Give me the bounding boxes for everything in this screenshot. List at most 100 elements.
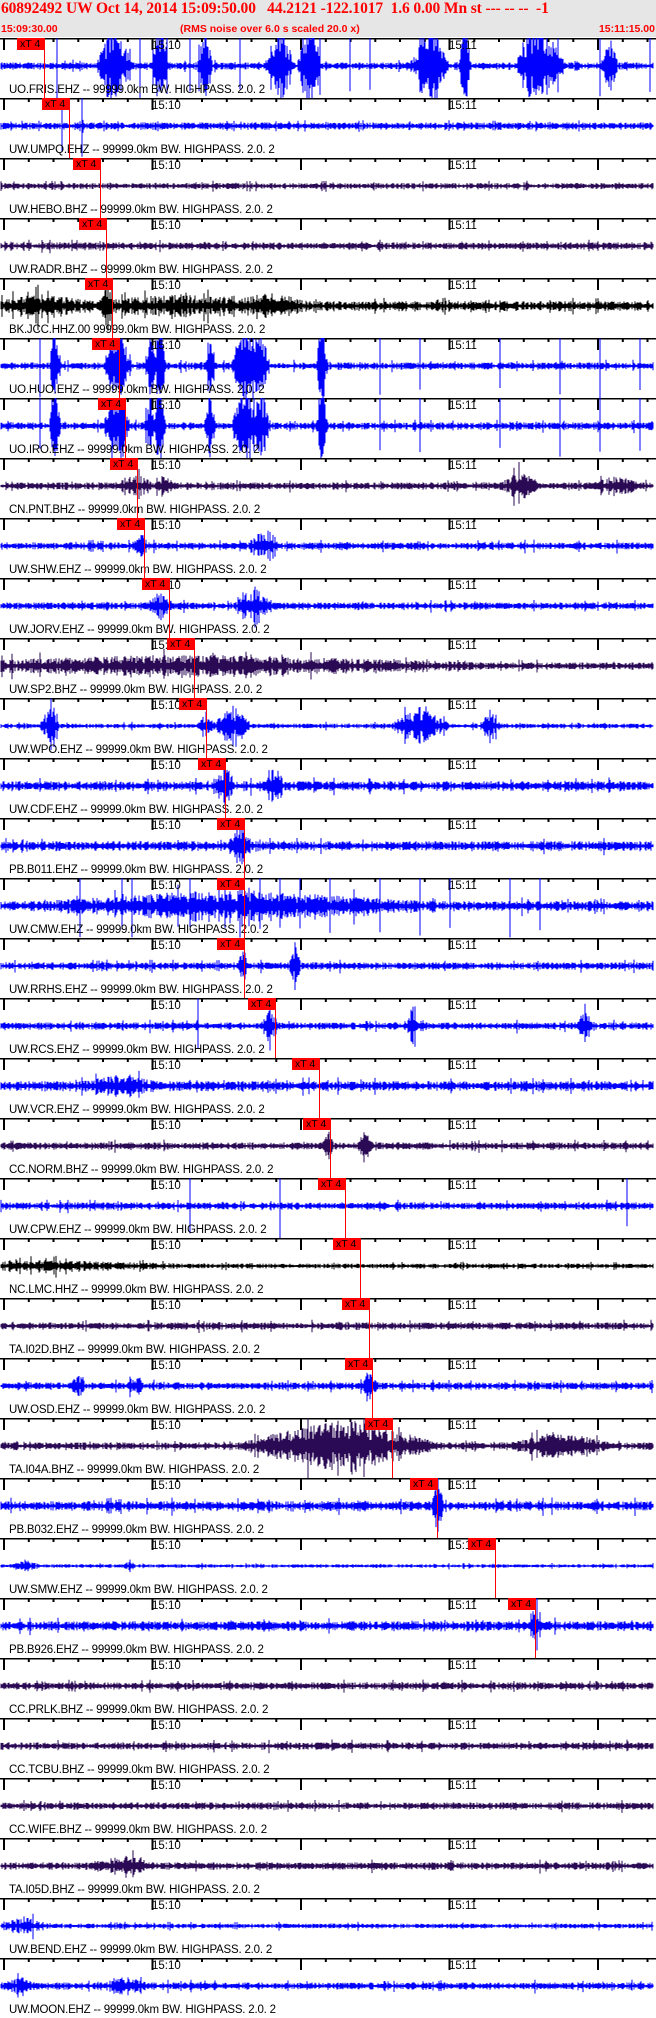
time-tick-label: 15:10 xyxy=(152,160,181,172)
pick-marker[interactable]: xT 4 xyxy=(117,518,145,530)
pick-marker[interactable]: xT 4 xyxy=(468,1538,496,1550)
waveform-trace xyxy=(0,1973,654,1998)
trace-label: UW.HEBO.BHZ -- 99999.0km BW. HIGHPASS. 2… xyxy=(9,204,273,216)
pick-marker[interactable]: xT 4 xyxy=(217,818,245,830)
trace-panel: 15:10 15:11 PB.B011.EHZ -- 99999.0km BW. H… xyxy=(0,818,656,878)
time-tick-label: 15:11 xyxy=(449,1000,477,1012)
trace-panel: 15:10 15:11 UW.VCR.EHZ -- 99999.0km BW. HI… xyxy=(0,1058,656,1118)
pick-marker[interactable]: xT 4 xyxy=(217,878,245,890)
pick-marker[interactable]: xT 4 xyxy=(42,98,70,110)
pick-marker[interactable]: xT 4 xyxy=(318,1178,346,1190)
trace-label: BK.JCC.HHZ.00 99999.0km BW. HIGHPASS. 2.… xyxy=(9,324,266,336)
waveform-trace xyxy=(0,698,654,751)
time-tick-label: 15:10 xyxy=(152,280,181,292)
time-tick-label: 15:11 xyxy=(449,700,477,712)
time-tick-label: 15:11 xyxy=(449,580,477,592)
trace-label: PB.B926.EHZ -- 99999.0km BW. HIGHPASS. 2… xyxy=(9,1644,264,1656)
time-tick-label: 15:11 xyxy=(449,1900,477,1912)
time-tick-label: 15:10 xyxy=(152,460,181,472)
pick-marker[interactable]: xT 4 xyxy=(342,1298,370,1310)
pick-marker[interactable]: xT 4 xyxy=(410,1478,438,1490)
time-tick-label: 15:11 xyxy=(449,1840,477,1852)
pick-marker[interactable]: xT 4 xyxy=(345,1358,373,1370)
time-axis xyxy=(0,1838,656,1850)
time-tick-label: 15:10 xyxy=(152,1660,181,1672)
trace-panel: 15:10 15:11 UW.RADR.BHZ -- 99999.0km BW. H… xyxy=(0,218,656,278)
pick-marker[interactable]: xT 4 xyxy=(98,398,126,410)
pick-marker[interactable]: xT 4 xyxy=(365,1418,393,1430)
waveform-trace xyxy=(0,180,654,192)
waveform-trace xyxy=(0,942,654,990)
time-tick-label: 15:11 xyxy=(449,1180,477,1192)
time-tick-label: 15:10 xyxy=(152,40,181,52)
time-axis xyxy=(0,1958,656,1970)
waveform-trace xyxy=(0,761,654,805)
waveform-trace xyxy=(0,1559,654,1573)
trace-panel: 15:10 15:11 NC.LMC.HHZ -- 99999.0km BW. HI… xyxy=(0,1238,656,1298)
pick-marker[interactable]: xT 4 xyxy=(85,278,113,290)
time-axis xyxy=(0,1238,656,1250)
trace-panel: 15:10 15:11 UW.SMW.EHZ -- 99999.0km BW. HI… xyxy=(0,1538,656,1598)
trace-panel: 15:10 15:11 UW.CDF.EHZ -- 99999.0km BW. HI… xyxy=(0,758,656,818)
time-tick-label: 15:10 xyxy=(152,1900,181,1912)
pick-marker[interactable]: xT 4 xyxy=(142,578,170,590)
time-axis xyxy=(0,1538,656,1550)
trace-panel: 15:10 15:11 TA.I05D.BHZ -- 99999.0km BW. H… xyxy=(0,1838,656,1898)
waveform-trace xyxy=(0,530,654,561)
pick-marker[interactable]: xT 4 xyxy=(217,938,245,950)
time-axis xyxy=(0,1058,656,1070)
event-title: 60892492 UW Oct 14, 2014 15:09:50.00 44.… xyxy=(1,0,549,17)
time-tick-label: 15:11 xyxy=(449,40,477,52)
waveform-trace xyxy=(0,1679,654,1693)
trace-label: CC.PRLK.BHZ -- 99999.0km BW. HIGHPASS. 2… xyxy=(9,1704,269,1716)
pick-marker[interactable]: xT 4 xyxy=(167,638,195,650)
trace-label: UW.SMW.EHZ -- 99999.0km BW. HIGHPASS. 2.… xyxy=(9,1584,268,1596)
time-axis xyxy=(0,1718,656,1730)
waveform-trace xyxy=(0,1131,654,1163)
time-tick-label: 15:10 xyxy=(152,1600,181,1612)
time-tick-label: 15:11 xyxy=(449,220,477,232)
time-tick-label: 15:11 xyxy=(449,820,477,832)
pick-marker[interactable]: xT 4 xyxy=(79,218,107,230)
waveform-trace xyxy=(0,648,654,680)
pick-marker[interactable]: xT 4 xyxy=(198,758,226,770)
trace-label: PB.B011.EHZ -- 99999.0km BW. HIGHPASS. 2… xyxy=(9,864,263,876)
trace-label: UO.HUO.EHZ -- 99999.0km BW. HIGHPASS. 2.… xyxy=(9,384,265,396)
trace-panel: 15:10 15:11 UW.WPO.EHZ -- 99999.0km BW. HI… xyxy=(0,698,656,758)
waveform-trace xyxy=(0,1070,654,1098)
time-axis xyxy=(0,698,656,710)
trace-label: NC.LMC.HHZ -- 99999.0km BW. HIGHPASS. 2.… xyxy=(9,1284,264,1296)
time-tick-label: 15:10 xyxy=(152,520,181,532)
trace-label: PB.B032.EHZ -- 99999.0km BW. HIGHPASS. 2… xyxy=(9,1524,264,1536)
pick-marker[interactable]: xT 4 xyxy=(292,1058,320,1070)
time-tick-label: 15:11 xyxy=(449,1120,477,1132)
trace-panel: 15:10 15:11 UO.FRIS.EHZ -- 99999.0km BW. H… xyxy=(0,38,656,98)
trace-label: CC.WIFE.BHZ -- 99999.0km BW. HIGHPASS. 2… xyxy=(9,1824,267,1836)
pick-marker[interactable]: xT 4 xyxy=(179,698,207,710)
trace-label: UW.CMW.EHZ -- 99999.0km BW. HIGHPASS. 2.… xyxy=(9,924,269,936)
trace-panel: 15:10 15:11 UW.SHW.EHZ -- 99999.0km BW. HI… xyxy=(0,518,656,578)
pick-marker[interactable]: xT 4 xyxy=(333,1238,361,1250)
trace-panel: 15:10 15:11 TA.I04A.BHZ -- 99999.0km BW. H… xyxy=(0,1418,656,1478)
time-tick-label: 15:11 xyxy=(449,1480,477,1492)
time-axis xyxy=(0,1418,656,1430)
time-tick-label: 15:11 xyxy=(449,1240,477,1252)
pick-marker[interactable]: xT 4 xyxy=(303,1118,331,1130)
time-axis xyxy=(0,458,656,470)
time-tick-label: 15:10 xyxy=(152,1960,181,1972)
time-tick-label: 15:10 xyxy=(152,1420,181,1432)
time-tick-label: 15:11 xyxy=(449,1960,477,1972)
time-tick-label: 15:10 xyxy=(152,220,181,232)
pick-marker[interactable]: xT 4 xyxy=(17,38,45,50)
trace-label: UW.JORV.EHZ -- 99999.0km BW. HIGHPASS. 2… xyxy=(9,624,270,636)
pick-marker[interactable]: xT 4 xyxy=(73,158,101,170)
trace-label: UW.SHW.EHZ -- 99999.0km BW. HIGHPASS. 2.… xyxy=(9,564,267,576)
trace-label: UW.BEND.EHZ -- 99999.0km BW. HIGHPASS. 2… xyxy=(9,1944,273,1956)
pick-marker[interactable]: xT 4 xyxy=(508,1598,536,1610)
time-tick-label: 15:10 xyxy=(152,1780,181,1792)
pick-marker[interactable]: xT 4 xyxy=(110,458,138,470)
time-tick-label: 15:11 xyxy=(449,1660,477,1672)
pick-marker[interactable]: xT 4 xyxy=(92,338,120,350)
pick-marker[interactable]: xT 4 xyxy=(248,998,276,1010)
time-axis xyxy=(0,1778,656,1790)
